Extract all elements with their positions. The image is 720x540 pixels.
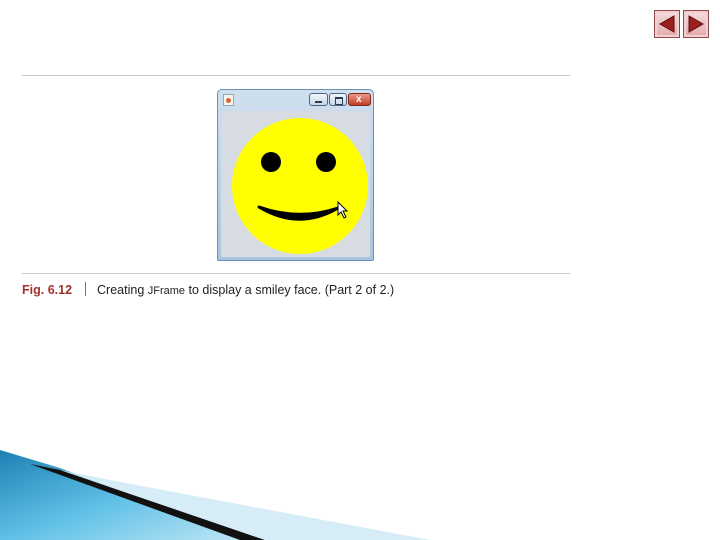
maximize-icon <box>335 97 343 105</box>
top-rule <box>22 75 570 76</box>
maximize-button[interactable] <box>329 93 347 106</box>
left-arrow-icon <box>658 15 675 33</box>
minimize-icon <box>315 101 322 103</box>
figure-caption: Fig. 6.12 Creating JFrame to display a sm… <box>22 282 394 300</box>
previous-slide-button[interactable] <box>654 10 680 38</box>
next-slide-button[interactable] <box>683 10 709 38</box>
right-eye <box>316 152 336 172</box>
bottom-rule <box>22 273 570 274</box>
close-icon: x <box>356 94 362 105</box>
caption-separator <box>85 282 87 296</box>
java-app-icon[interactable] <box>223 94 234 106</box>
face-circle <box>232 118 368 254</box>
minimize-button[interactable] <box>309 93 328 106</box>
mouse-cursor-icon <box>337 201 349 219</box>
caption-text-after: to display a smiley face. (Part 2 of 2.) <box>185 283 395 297</box>
smiley-frame-window: x <box>217 89 374 261</box>
right-arrow-icon <box>688 15 705 33</box>
caption-code: JFrame <box>147 285 186 297</box>
left-eye <box>261 152 281 172</box>
smiley-face <box>232 118 368 254</box>
window-titlebar[interactable]: x <box>218 90 373 110</box>
slide-decoration <box>0 450 430 540</box>
caption-text-before: Creating <box>97 283 148 297</box>
figure-label: Fig. 6.12 <box>22 283 73 297</box>
window-client-area <box>221 111 370 257</box>
close-button[interactable]: x <box>348 93 371 106</box>
